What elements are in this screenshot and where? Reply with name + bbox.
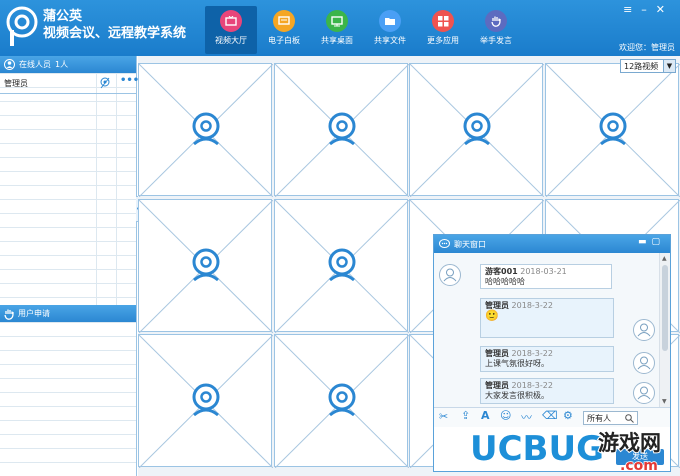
video-slot[interactable] xyxy=(138,334,274,469)
app-title: 蒲公英 视频会议、远程教学系统 xyxy=(43,8,186,42)
chat-message: 游客001 2018-03-21 哈哈哈哈哈 xyxy=(480,264,612,289)
nav-label: 举手发言 xyxy=(480,36,512,45)
message-time: 2018-3-22 xyxy=(511,301,553,310)
avatar xyxy=(633,382,655,404)
user-requests-header: 用户申请 xyxy=(0,305,136,322)
online-users-header: 在线人员 1人 xyxy=(0,56,136,73)
folder-icon xyxy=(379,10,401,32)
avatar xyxy=(439,264,461,286)
user-icon xyxy=(637,386,651,400)
chat-message: 管理员 2018-3-22 大家发言很积极。 xyxy=(480,378,614,404)
monitor-icon xyxy=(326,10,348,32)
window-controls: ≡–✕ xyxy=(623,3,674,16)
avatar xyxy=(633,352,655,374)
nav-more-apps[interactable]: 更多应用 xyxy=(417,6,469,54)
chat-minimize-button[interactable]: ▬ xyxy=(638,237,652,247)
scrollbar-thumb[interactable] xyxy=(662,265,668,351)
watermark-text3: .com xyxy=(620,458,658,474)
video-slot[interactable] xyxy=(273,334,409,469)
close-button[interactable]: ✕ xyxy=(656,3,674,16)
message-time: 2018-03-21 xyxy=(520,267,567,276)
video-slot[interactable] xyxy=(273,63,409,198)
tv-icon xyxy=(220,10,242,32)
nav-label: 共享桌面 xyxy=(321,36,353,45)
chat-maximize-button[interactable]: ▢ xyxy=(651,237,665,247)
app-logo xyxy=(6,6,38,46)
app-title-line1: 蒲公英 xyxy=(43,9,83,24)
chat-message: 管理员 2018-3-22 🙂 xyxy=(480,298,614,338)
nav-label: 更多应用 xyxy=(427,36,459,45)
nav-raise-hand[interactable]: 举手发言 xyxy=(470,6,522,54)
message-text: 哈哈哈哈哈 xyxy=(485,277,525,286)
message-sender: 游客001 xyxy=(485,267,518,276)
nav-label: 电子白板 xyxy=(268,36,300,45)
chat-messages: 游客001 2018-03-21 哈哈哈哈哈 管理员 2018-3-22 🙂 管… xyxy=(434,253,660,407)
chevron-down-icon: ▼ xyxy=(663,60,675,72)
video-layout-select[interactable]: 12路视频 ▼ xyxy=(620,59,676,73)
nav-share-desktop[interactable]: 共享桌面 xyxy=(311,6,363,54)
video-slot[interactable] xyxy=(138,63,274,198)
user-icon xyxy=(443,268,457,282)
user-icon xyxy=(637,323,651,337)
chat-header: 聊天窗口 xyxy=(434,235,670,253)
online-title: 在线人员 xyxy=(19,60,51,69)
more-icon[interactable]: ••• xyxy=(120,75,139,86)
online-user-list: 管理员 ••• xyxy=(0,73,139,305)
user-name: 管理员 xyxy=(4,79,28,88)
list-item[interactable]: 管理员 ••• xyxy=(0,75,139,91)
nav-label: 视频大厅 xyxy=(215,36,247,45)
video-slot[interactable] xyxy=(273,198,409,333)
watermark-text2: 游戏网 xyxy=(598,431,661,455)
message-sender: 管理员 xyxy=(485,349,509,358)
hand-icon xyxy=(4,309,14,320)
scissors-icon[interactable]: ✂ xyxy=(439,410,448,423)
requests-title: 用户申请 xyxy=(18,309,50,318)
whiteboard-icon xyxy=(273,10,295,32)
message-text: 上课气氛很好呀。 xyxy=(485,359,549,368)
message-text: 大家发言很积极。 xyxy=(485,391,549,400)
left-panel: 在线人员 1人 管理员 ••• 用户申请 xyxy=(0,56,139,476)
chat-bubble-icon xyxy=(439,239,450,248)
video-slot[interactable] xyxy=(544,63,680,198)
app-title-line2: 视频会议、远程教学系统 xyxy=(43,26,187,41)
smiley-emoji: 🙂 xyxy=(485,309,499,322)
user-circle-icon xyxy=(4,59,15,70)
user-request-list xyxy=(0,322,136,476)
message-sender: 管理员 xyxy=(485,381,509,390)
nav-whiteboard[interactable]: 电子白板 xyxy=(258,6,310,54)
apps-icon xyxy=(432,10,454,32)
watermark-text1: UCBUG xyxy=(470,429,604,469)
chat-title: 聊天窗口 xyxy=(454,239,486,249)
hand-icon xyxy=(485,10,507,32)
chat-message: 管理员 2018-3-22 上课气氛很好呀。 xyxy=(480,346,614,372)
welcome-text: 欢迎您：管理员 xyxy=(619,43,675,52)
online-count: 1人 xyxy=(55,60,69,69)
nav-label: 共享文件 xyxy=(374,36,406,45)
message-time: 2018-3-22 xyxy=(511,349,553,358)
message-time: 2018-3-22 xyxy=(511,381,553,390)
menu-button[interactable]: ≡ xyxy=(623,3,641,16)
chat-window-controls: ▬▢ xyxy=(638,237,665,247)
video-slot[interactable] xyxy=(409,63,545,198)
chat-scrollbar[interactable]: ▲ ▼ xyxy=(659,253,670,407)
top-bar: 蒲公英 视频会议、远程教学系统 视频大厅 电子白板 共享桌面 共享文件 更多应用 xyxy=(0,0,680,56)
minimize-button[interactable]: – xyxy=(641,3,656,16)
user-icon xyxy=(637,356,651,370)
avatar xyxy=(633,319,655,341)
camera-status-icon[interactable] xyxy=(99,77,111,89)
nav-video-hall[interactable]: 视频大厅 xyxy=(205,6,257,54)
nav-share-files[interactable]: 共享文件 xyxy=(364,6,416,54)
video-slot[interactable] xyxy=(138,198,274,333)
ucbug-watermark: UCBUG 游戏网 .com xyxy=(469,428,662,475)
video-layout-value: 12路视频 xyxy=(624,61,659,71)
